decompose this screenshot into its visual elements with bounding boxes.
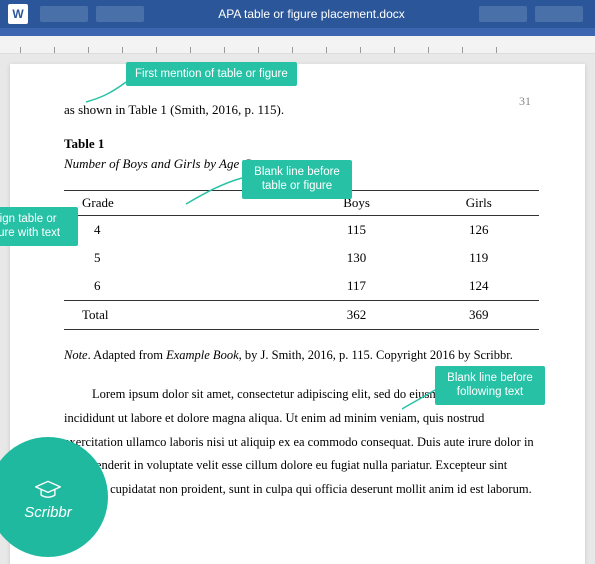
document-filename: APA table or figure placement.docx	[218, 7, 405, 21]
titlebar-placeholder	[535, 6, 583, 22]
note-text: . Adapted from	[88, 348, 166, 362]
page-number: 31	[519, 94, 531, 109]
callout-blank-after: Blank line before following text	[435, 366, 545, 405]
horizontal-ruler[interactable]	[0, 36, 595, 54]
titlebar-placeholder	[40, 6, 88, 22]
note-label: Note	[64, 348, 88, 362]
callout-blank-before: Blank line before table or figure	[242, 160, 352, 199]
scribbr-brand-text: Scribbr	[24, 504, 72, 521]
note-text: , by J. Smith, 2016, p. 115. Copyright 2…	[239, 348, 513, 362]
table-total-row: Total 362 369	[64, 301, 539, 330]
table-row: 6 117 124	[64, 272, 539, 301]
callout-align: Align table or figure with text	[0, 207, 78, 246]
table-note: Note. Adapted from Example Book, by J. S…	[64, 348, 539, 363]
word-titlebar: W APA table or figure placement.docx	[0, 0, 595, 28]
data-table: Grade Boys Girls 4 115 126 5 130 119 6	[64, 190, 539, 330]
graduation-cap-icon	[33, 480, 63, 502]
table-row: 5 130 119	[64, 244, 539, 272]
col-header: Girls	[419, 191, 540, 216]
titlebar-placeholder	[479, 6, 527, 22]
word-app-icon: W	[8, 4, 28, 24]
titlebar-placeholder	[96, 6, 144, 22]
word-icon-glyph: W	[12, 7, 23, 21]
callout-first-mention: First mention of table or figure	[126, 62, 297, 86]
ribbon-strip	[0, 28, 595, 36]
table-label: Table 1	[64, 136, 539, 152]
first-mention-line: as shown in Table 1 (Smith, 2016, p. 115…	[64, 102, 539, 118]
note-source: Example Book	[166, 348, 239, 362]
table-row: 4 115 126	[64, 216, 539, 245]
